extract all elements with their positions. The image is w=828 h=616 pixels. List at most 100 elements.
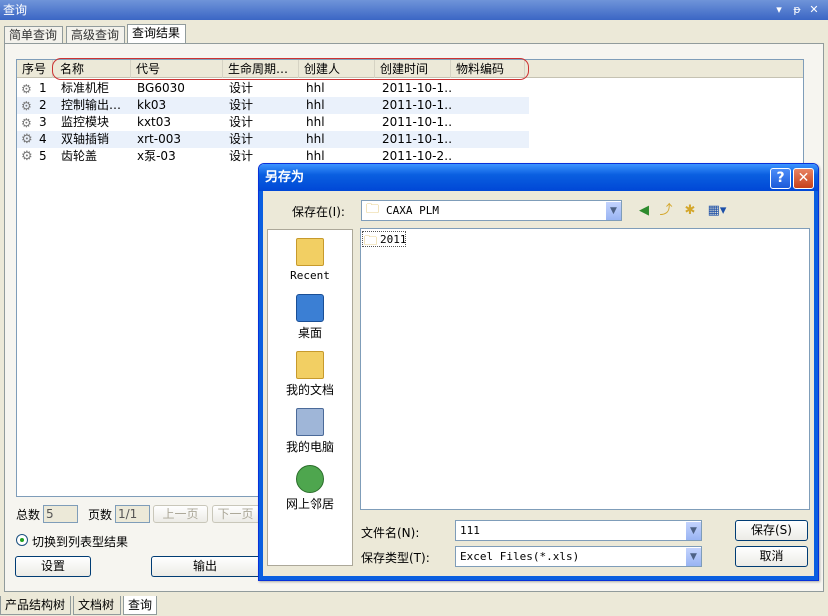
- dialog-border-left: [259, 191, 263, 580]
- up-folder-icon[interactable]: ⤴: [658, 203, 674, 219]
- table-row[interactable]: ⚙ 1 标准机柜 BG6030 设计 hhl 2011-10-1…: [17, 80, 529, 97]
- row-code: xrt-003: [137, 132, 181, 146]
- row-no: 5: [39, 149, 47, 163]
- settings-button[interactable]: 设置: [15, 556, 91, 577]
- row-creator: hhl: [306, 132, 325, 146]
- new-folder-icon[interactable]: ✱: [682, 203, 698, 219]
- row-created: 2011-10-1…: [382, 115, 452, 129]
- place-my-documents[interactable]: 我的文档: [267, 351, 353, 398]
- back-icon[interactable]: ◀: [636, 203, 652, 219]
- row-created: 2011-10-1…: [382, 132, 452, 146]
- row-code: BG6030: [137, 81, 185, 95]
- panel-pin-icon[interactable]: ᵽ: [790, 3, 804, 17]
- row-no: 1: [39, 81, 47, 95]
- folder-icon: 🗀: [364, 234, 378, 249]
- place-recent[interactable]: Recent: [267, 238, 353, 282]
- switch-radio[interactable]: [16, 534, 28, 546]
- folder-name: 2011: [380, 233, 407, 246]
- pages-label: 页数: [88, 508, 113, 522]
- col-header-no[interactable]: 序号: [19, 60, 53, 78]
- chevron-down-icon[interactable]: ▼: [685, 548, 701, 566]
- save-in-label: 保存在(I):: [292, 205, 345, 219]
- row-material: [457, 131, 527, 148]
- tab-simple-query[interactable]: 简单查询: [4, 26, 63, 43]
- row-created: 2011-10-1…: [382, 98, 452, 112]
- chevron-down-icon[interactable]: ▼: [685, 522, 701, 540]
- row-lifecycle: 设计: [229, 81, 254, 95]
- tab-query-results[interactable]: 查询结果: [127, 24, 186, 44]
- next-page-button[interactable]: 下一页: [212, 505, 258, 523]
- table-row[interactable]: ⚙ 3 监控模块 kxt03 设计 hhl 2011-10-1…: [17, 114, 529, 131]
- panel-menu-icon[interactable]: ▾: [772, 3, 786, 17]
- file-list[interactable]: 🗀 2011: [360, 228, 810, 510]
- save-in-combo[interactable]: 🗀 CAXA PLM ▼: [361, 200, 622, 221]
- place-label: 我的电脑: [285, 440, 334, 454]
- place-my-computer[interactable]: 我的电脑: [267, 408, 353, 455]
- row-lifecycle: 设计: [229, 98, 254, 112]
- help-button[interactable]: ?: [770, 168, 791, 189]
- chevron-down-icon[interactable]: ▼: [605, 202, 621, 220]
- table-row[interactable]: ⚙ 2 控制输出… kk03 设计 hhl 2011-10-1…: [17, 97, 529, 114]
- row-material: [457, 80, 527, 97]
- network-icon: [296, 465, 324, 493]
- gear-icon: ⚙: [21, 132, 33, 147]
- row-creator: hhl: [306, 115, 325, 129]
- my-documents-icon: [296, 351, 324, 379]
- place-desktop[interactable]: 桌面: [267, 294, 353, 341]
- tab-document-tree[interactable]: 文档树: [73, 596, 121, 615]
- row-creator: hhl: [306, 81, 325, 95]
- tab-query[interactable]: 查询: [123, 596, 157, 615]
- my-computer-icon: [296, 408, 324, 436]
- recent-folder-icon: [296, 238, 324, 266]
- pages-field: 1/1: [115, 505, 150, 523]
- tab-advanced-query[interactable]: 高级查询: [66, 26, 125, 43]
- place-label: 我的文档: [285, 383, 334, 397]
- row-creator: hhl: [306, 98, 325, 112]
- folder-item[interactable]: 🗀 2011: [362, 231, 407, 249]
- place-label: Recent: [290, 269, 330, 282]
- filename-input[interactable]: 111 ▼: [455, 520, 702, 541]
- row-lifecycle: 设计: [229, 115, 254, 129]
- place-network[interactable]: 网上邻居: [267, 465, 353, 512]
- row-code: kk03: [137, 98, 167, 112]
- radio-dot: [20, 538, 24, 542]
- row-name: 控制输出…: [61, 98, 122, 112]
- panel-title-bar: 查询: [0, 0, 828, 20]
- filename-value: 111: [460, 524, 480, 537]
- table-row[interactable]: ⚙ 4 双轴插销 xrt-003 设计 hhl 2011-10-1…: [17, 131, 529, 148]
- desktop-icon: [296, 294, 324, 322]
- dialog-border-bottom: [259, 576, 818, 580]
- place-label: 网上邻居: [285, 497, 334, 511]
- save-in-value: CAXA PLM: [386, 204, 439, 217]
- dialog-title: 另存为: [259, 164, 818, 191]
- filename-label: 文件名(N):: [361, 526, 420, 540]
- switch-label[interactable]: 切换到列表型结果: [32, 533, 128, 550]
- filetype-value: Excel Files(*.xls): [460, 550, 580, 563]
- place-label: 桌面: [297, 326, 322, 340]
- row-no: 2: [39, 98, 47, 112]
- panel-title: 查询: [3, 3, 28, 17]
- prev-page-button[interactable]: 上一页: [153, 505, 208, 523]
- row-name: 双轴插销: [61, 132, 110, 146]
- row-code: kxt03: [137, 115, 172, 129]
- total-field: 5: [43, 505, 78, 523]
- output-button[interactable]: 输出: [151, 556, 258, 577]
- view-menu-icon[interactable]: ▦▾: [705, 203, 729, 219]
- row-name: 标准机柜: [61, 81, 110, 95]
- filetype-label: 保存类型(T):: [361, 551, 430, 565]
- tab-product-tree[interactable]: 产品结构树: [0, 596, 71, 615]
- panel-close-icon[interactable]: ✕: [807, 3, 821, 17]
- row-material: [457, 114, 527, 131]
- filetype-select[interactable]: Excel Files(*.xls) ▼: [455, 546, 702, 567]
- gears-icon: ⚙: [21, 116, 32, 130]
- row-material: [457, 97, 527, 114]
- close-button[interactable]: ✕: [793, 168, 814, 189]
- save-button[interactable]: 保存(S): [735, 520, 808, 541]
- row-no: 4: [39, 132, 47, 146]
- row-name: 齿轮盖: [61, 149, 98, 163]
- cancel-button[interactable]: 取消: [735, 546, 808, 567]
- folder-icon: 🗀: [366, 202, 380, 217]
- row-code: x泵-03: [137, 149, 176, 163]
- row-no: 3: [39, 115, 47, 129]
- gears-icon: ⚙: [21, 99, 32, 113]
